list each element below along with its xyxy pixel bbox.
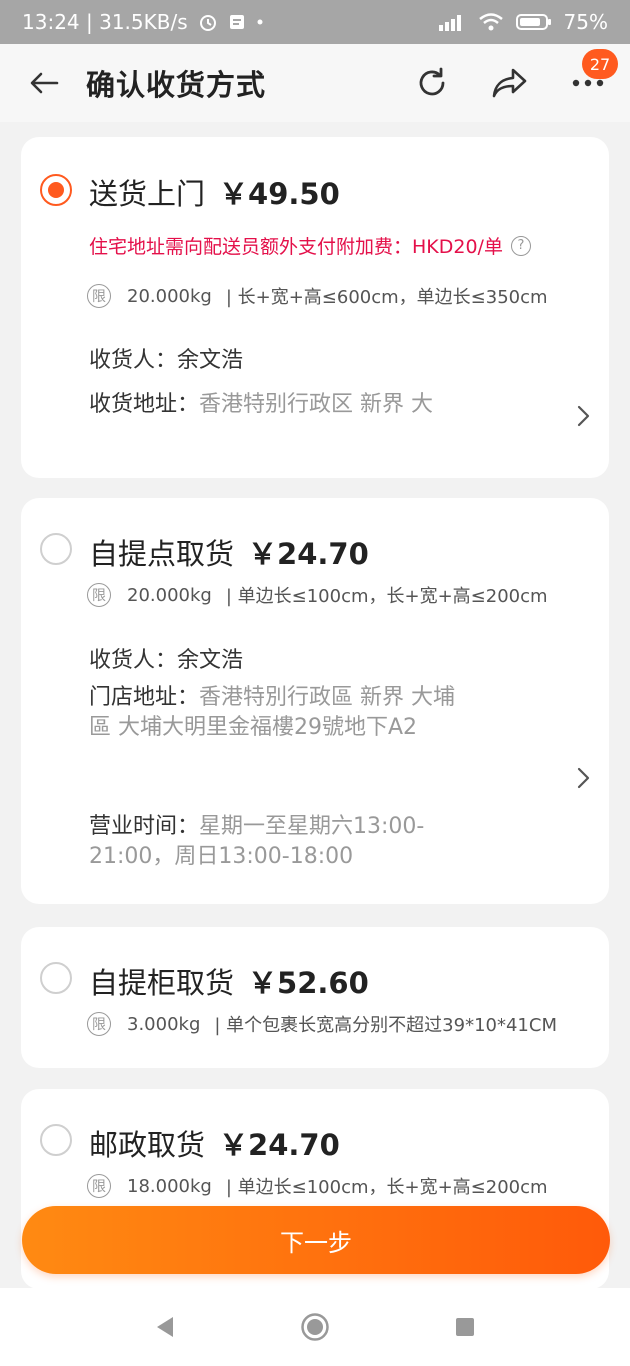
option-name: 送货上门 — [89, 177, 206, 211]
chevron-right-icon[interactable] — [573, 764, 593, 792]
battery-icon — [515, 13, 552, 31]
option-price: ￥52.60 — [248, 966, 369, 1000]
more-button[interactable]: 27 — [560, 49, 618, 111]
option-title: 自提柜取货 ￥52.60 — [89, 960, 369, 1002]
battery-percent: 75% — [563, 10, 608, 34]
system-nav-bar — [0, 1288, 630, 1366]
share-icon — [492, 68, 527, 98]
address-value: 香港特别行政区 新界 大 — [199, 392, 434, 417]
circle-home-icon — [301, 1313, 329, 1341]
address-label: 门店地址： — [89, 685, 200, 710]
limit-icon: 限 — [87, 1012, 111, 1036]
notification-icon — [228, 13, 246, 31]
weight-limit: 18.000kg — [127, 1175, 212, 1197]
next-step-button[interactable]: 下一步 — [22, 1206, 610, 1274]
receiver-label: 收货人： — [89, 648, 178, 673]
surcharge-text: 住宅地址需向配送员额外支付附加费：HKD20/单 — [89, 236, 503, 258]
option-name: 邮政取货 — [89, 1128, 206, 1162]
size-limit: | 单边长≤100cm，长+宽+高≤200cm — [225, 1177, 548, 1198]
size-limit: | 单边长≤100cm，长+宽+高≤200cm — [225, 586, 548, 607]
radio-button[interactable] — [40, 1124, 72, 1156]
help-icon[interactable]: ? — [510, 235, 531, 256]
weight-limit: 20.000kg — [127, 285, 212, 307]
weight-limit: 20.000kg — [127, 584, 212, 606]
status-time-speed: 13:24 | 31.5KB/s — [22, 10, 188, 34]
radio-button[interactable] — [40, 533, 72, 565]
delivery-option-card[interactable]: 自提点取货 ￥24.70 限 20.000kg | 单边长≤100cm，长+宽+高… — [21, 498, 609, 904]
option-name: 自提点取货 — [89, 537, 235, 571]
dot-icon — [256, 18, 264, 26]
business-hours-row: 营业时间：星期一至星期六13:00-21:00，周日13:00-18:00 — [89, 812, 469, 872]
share-button[interactable] — [482, 55, 538, 111]
square-recents-icon — [456, 1318, 474, 1336]
weight-limit: 3.000kg — [127, 1013, 201, 1035]
limit-icon: 限 — [87, 1174, 111, 1198]
radio-button[interactable] — [40, 174, 72, 206]
address-label: 收货地址： — [89, 392, 200, 417]
header: 确认收货方式 27 — [0, 44, 630, 122]
delivery-option-card[interactable]: 送货上门 ￥49.50 住宅地址需向配送员额外支付附加费：HKD20/单 ? 限 … — [21, 137, 609, 478]
back-button[interactable] — [16, 55, 72, 111]
address-row: 收货地址：香港特别行政区 新界 大 — [89, 386, 433, 418]
option-title: 送货上门 ￥49.50 — [89, 171, 340, 213]
message-badge: 27 — [582, 49, 618, 79]
alarm-icon — [198, 12, 218, 32]
more-icon — [572, 79, 604, 87]
triangle-back-icon — [157, 1317, 173, 1337]
option-price: ￥49.50 — [219, 177, 340, 211]
refresh-button[interactable] — [404, 55, 460, 111]
size-limit: | 长+宽+高≤600cm，单边长≤350cm — [225, 287, 548, 308]
option-price: ￥24.70 — [219, 1128, 340, 1162]
limit-icon: 限 — [87, 284, 111, 308]
option-title: 自提点取货 ￥24.70 — [89, 531, 369, 573]
nav-recents-button[interactable] — [445, 1307, 485, 1347]
option-title: 邮政取货 ￥24.70 — [89, 1122, 340, 1164]
receiver-name: 余文浩 — [177, 348, 244, 373]
receiver-label: 收货人： — [89, 348, 178, 373]
nav-back-button[interactable] — [145, 1307, 185, 1347]
back-arrow-icon — [30, 72, 59, 94]
limit-row: 限 18.000kg | 单边长≤100cm，长+宽+高≤200cm — [87, 1173, 548, 1199]
receiver-row: 收货人：余文浩 — [89, 342, 243, 374]
radio-button[interactable] — [40, 962, 72, 994]
page-title: 确认收货方式 — [86, 68, 267, 102]
refresh-icon — [419, 67, 445, 96]
size-limit: | 单个包裹长宽高分别不超过39*10*41CM — [214, 1015, 557, 1036]
delivery-option-card[interactable]: 自提柜取货 ￥52.60 限 3.000kg | 单个包裹长宽高分别不超过39*1… — [21, 927, 609, 1068]
option-name: 自提柜取货 — [89, 966, 235, 1000]
limit-row: 限 3.000kg | 单个包裹长宽高分别不超过39*10*41CM — [87, 1011, 557, 1037]
nav-home-button[interactable] — [295, 1307, 335, 1347]
limit-icon: 限 — [87, 583, 111, 607]
surcharge-notice: 住宅地址需向配送员额外支付附加费：HKD20/单 ? — [89, 232, 531, 259]
option-price: ￥24.70 — [248, 537, 369, 571]
chevron-right-icon[interactable] — [573, 402, 593, 430]
wifi-icon — [478, 12, 504, 32]
store-address-row: 门店地址：香港特別行政區 新界 大埔區 大埔大明里金福樓29號地下A2 — [89, 683, 469, 743]
receiver-row: 收货人：余文浩 — [89, 642, 243, 674]
status-bar: 13:24 | 31.5KB/s 75% — [0, 0, 630, 44]
limit-row: 限 20.000kg | 单边长≤100cm，长+宽+高≤200cm — [87, 582, 548, 608]
receiver-name: 余文浩 — [177, 648, 244, 673]
signal-icon — [438, 13, 466, 31]
hours-label: 营业时间： — [89, 814, 200, 839]
limit-row: 限 20.000kg | 长+宽+高≤600cm，单边长≤350cm — [87, 283, 548, 309]
